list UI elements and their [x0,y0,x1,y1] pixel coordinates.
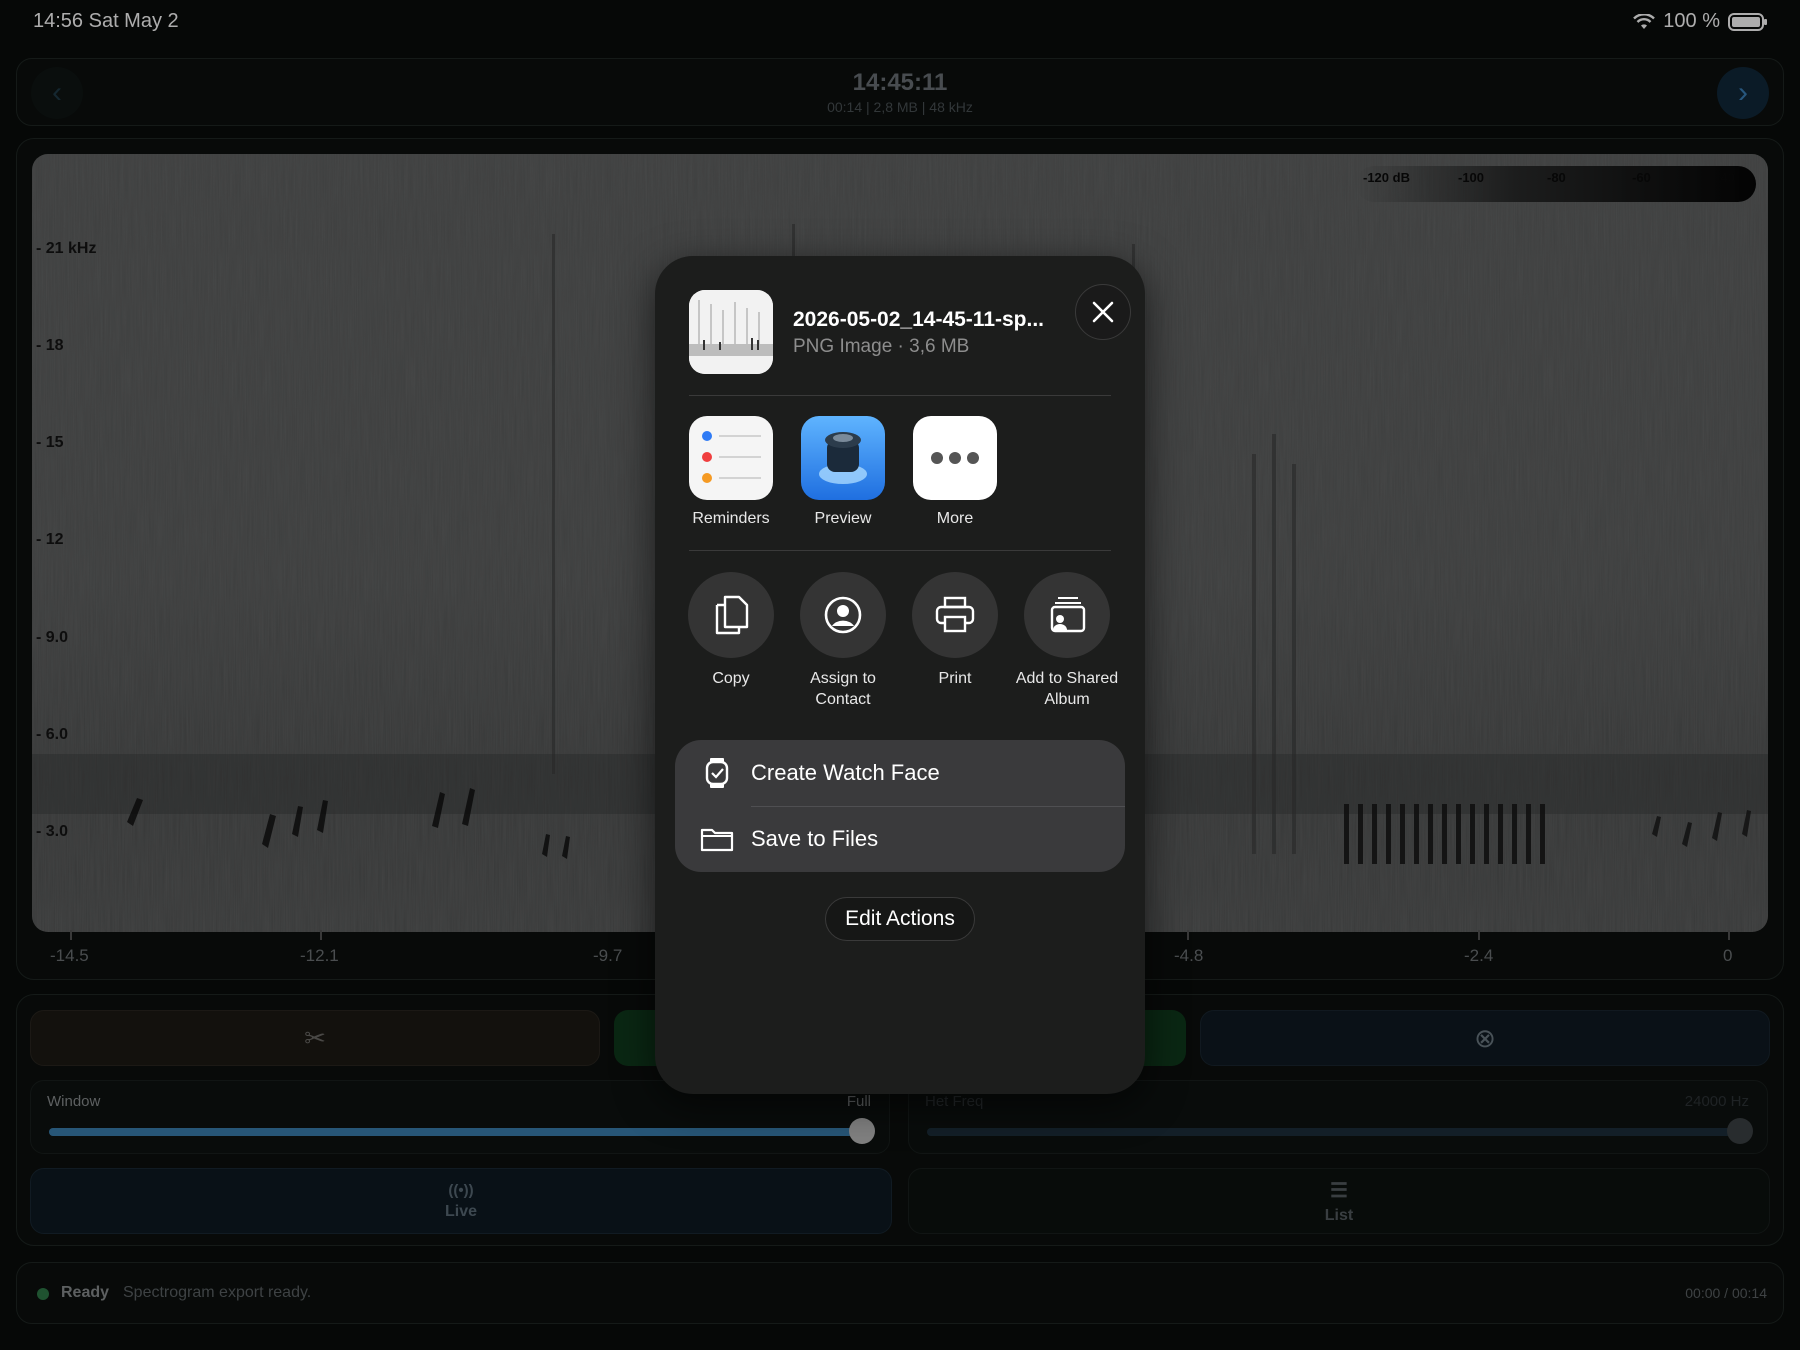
print-icon [912,572,998,658]
folder-icon [697,826,737,852]
app-reminders[interactable]: Reminders [689,416,773,528]
file-name: 2026-05-02_14-45-11-sp... [793,308,1045,331]
list-row-label: Create Watch Face [751,760,940,785]
edit-actions-button[interactable]: Edit Actions [825,897,975,941]
action-assign-to-contact[interactable]: Assign to Contact [783,572,903,710]
divider [689,395,1111,396]
create-watch-face-row[interactable]: Create Watch Face [675,740,1125,806]
app-label: More [936,510,974,527]
contact-icon [800,572,886,658]
divider [689,550,1111,551]
action-copy[interactable]: Copy [671,572,791,689]
share-sheet: 2026-05-02_14-45-11-sp... PNG Image · 3,… [655,256,1145,1094]
watch-icon [697,757,737,789]
save-to-files-row[interactable]: Save to Files [675,806,1125,872]
file-thumbnail [689,290,773,374]
actions-list: Create Watch Face Save to Files [675,740,1125,872]
close-button[interactable] [1075,284,1131,340]
copy-icon [688,572,774,658]
app-preview[interactable]: Preview [801,416,885,528]
list-row-label: Save to Files [751,826,879,851]
more-icon [913,416,997,500]
action-add-to-shared-album[interactable]: Add to Shared Album [1007,572,1127,710]
action-label: Add to Shared Album [1015,670,1119,708]
close-icon [1092,301,1114,323]
app-label: Preview [814,510,872,527]
action-label: Copy [712,670,750,687]
action-label: Print [938,670,972,687]
app-label: Reminders [692,510,770,527]
preview-icon [801,416,885,500]
shared-album-icon [1024,572,1110,658]
app-more[interactable]: More [913,416,997,528]
file-meta: PNG Image · 3,6 MB [793,336,970,357]
action-label: Assign to Contact [810,670,876,708]
reminders-icon [689,416,773,500]
action-print[interactable]: Print [895,572,1015,689]
